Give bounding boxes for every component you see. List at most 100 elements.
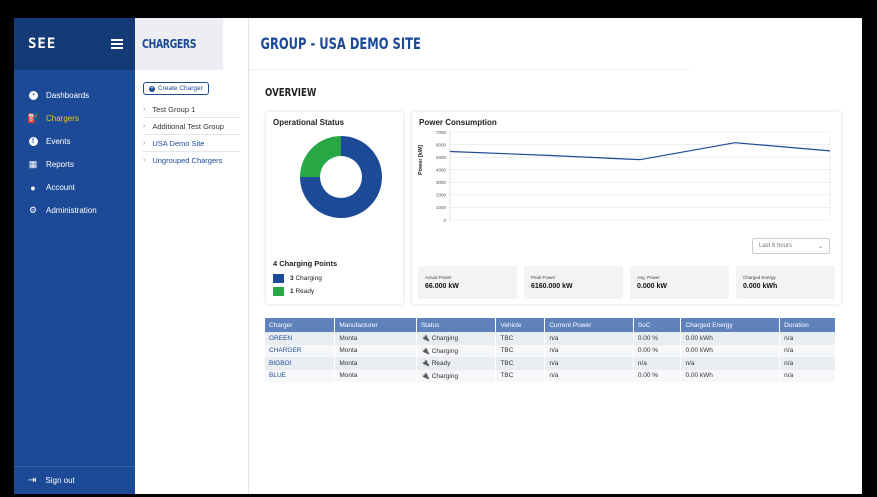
charger-name-link[interactable]: BLUE bbox=[265, 369, 336, 382]
create-charger-label: Create Charger bbox=[158, 85, 203, 92]
table-cell: 0.00 % bbox=[633, 369, 682, 382]
logo: SEE bbox=[28, 36, 57, 52]
charger-name-link[interactable]: GREEN bbox=[265, 332, 336, 345]
operational-status-card: Operational Status 4 Charging Points 3 C… bbox=[266, 112, 403, 304]
sidebar-item-label: Dashboards bbox=[46, 91, 90, 100]
sidebar-item-administration[interactable]: ⚙ Administration bbox=[14, 199, 135, 222]
account-icon: ● bbox=[30, 182, 36, 193]
table-cell: TBC bbox=[495, 344, 546, 357]
status-text: Ready bbox=[431, 360, 451, 368]
table-row[interactable]: BIGBOI Monta 🔌 Ready TBC n/a n/a n/a n/a bbox=[265, 357, 836, 370]
table-body: GREEN Monta 🔌 Charging TBC n/a 0.00 % 0.00 kWh n… bbox=[265, 332, 836, 382]
create-charger-button[interactable]: + Create Charger bbox=[143, 82, 209, 95]
charger-icon: ⛽ bbox=[27, 113, 39, 123]
column-header[interactable]: Manufacturer bbox=[334, 318, 417, 332]
column-header[interactable]: Charger bbox=[265, 318, 336, 332]
administration-icon: ⚙ bbox=[28, 205, 38, 215]
legend-count: 1 bbox=[290, 288, 294, 295]
plug-icon: 🔌 bbox=[420, 335, 430, 343]
charging-points-count: 4 Charging Points bbox=[273, 259, 338, 268]
table-row[interactable]: BLUE Monta 🔌 Charging TBC n/a 0.00 % 0.00 kWh n/… bbox=[265, 369, 836, 382]
chargers-table: Charger Manufacturer Status Vehicle Current … bbox=[265, 318, 836, 382]
column-header[interactable]: Vehicle bbox=[495, 318, 546, 332]
sidebar-item-label: Reports bbox=[46, 160, 75, 169]
group-item-usa-demo-site[interactable]: › USA Demo Site bbox=[143, 135, 240, 152]
sidebar-item-events[interactable]: ! Events bbox=[14, 130, 135, 153]
group-item-ungrouped-chargers[interactable]: › Ungrouped Chargers bbox=[143, 152, 240, 169]
page-title: GROUP - USA DEMO SITE bbox=[249, 18, 691, 70]
overview-heading: OVERVIEW bbox=[265, 86, 317, 99]
column-header[interactable]: Duration bbox=[779, 318, 836, 332]
plug-icon: 🔌 bbox=[420, 347, 430, 355]
stat-value: 0.000 kW bbox=[637, 283, 667, 290]
menu-icon[interactable] bbox=[111, 39, 123, 49]
y-tick-label: 4000 bbox=[436, 168, 447, 173]
table-cell: Monta bbox=[334, 369, 417, 382]
column-header[interactable]: Current Power bbox=[544, 318, 634, 332]
table-cell: Monta bbox=[334, 357, 417, 370]
stat-value: 0.000 kWh bbox=[743, 283, 778, 290]
chevron-right-icon: › bbox=[143, 122, 146, 130]
sign-out-button[interactable]: ⇥ Sign out bbox=[14, 466, 135, 494]
power-line-chart: 0 1000 2000 3000 4000 5000 6000 7000 bbox=[436, 130, 831, 223]
sidebar-item-dashboards[interactable]: ◔ Dashboards bbox=[14, 84, 135, 107]
group-item-label: Test Group 1 bbox=[152, 104, 196, 114]
chevron-right-icon: › bbox=[143, 105, 146, 113]
sidebar-item-account[interactable]: ● Account bbox=[14, 176, 135, 199]
group-item-label: Additional Test Group bbox=[152, 121, 224, 131]
power-consumption-card: Power Consumption Power [kW] 0 1000 2000 30… bbox=[412, 112, 841, 304]
legend-swatch bbox=[273, 274, 284, 283]
main-content: GROUP - USA DEMO SITE OVERVIEW Operation… bbox=[249, 18, 862, 494]
table-cell: n/a bbox=[779, 332, 836, 345]
column-header[interactable]: SoC bbox=[633, 318, 682, 332]
status-cell: 🔌 Charging bbox=[416, 369, 497, 382]
chevron-down-icon: ⌄ bbox=[817, 243, 823, 250]
group-item-label: Ungrouped Chargers bbox=[152, 156, 223, 165]
table-cell: 0.00 % bbox=[633, 344, 682, 357]
table-cell: n/a bbox=[633, 357, 682, 370]
charger-name-link[interactable]: CHARGER bbox=[265, 344, 336, 357]
y-tick-label: 3000 bbox=[436, 180, 447, 185]
column-header[interactable]: Status bbox=[416, 318, 497, 332]
dashboard-icon: ◔ bbox=[28, 91, 38, 101]
stat-actual-power: Actual Power 66.000 kW bbox=[418, 266, 517, 299]
legend-ready: 1 Ready bbox=[273, 287, 314, 296]
time-range-select[interactable]: Last 6 hours ⌄ bbox=[752, 238, 830, 254]
stat-label: Avg. Power bbox=[637, 275, 660, 280]
plus-icon: + bbox=[149, 85, 155, 92]
y-tick-label: 6000 bbox=[436, 142, 447, 147]
y-tick-label: 1000 bbox=[436, 205, 447, 210]
legend-swatch bbox=[273, 287, 284, 296]
table-cell: TBC bbox=[495, 357, 546, 370]
group-item-label: USA Demo Site bbox=[152, 138, 205, 148]
sign-out-icon: ⇥ bbox=[28, 475, 37, 486]
chargers-panel: CHARGERS + Create Charger › Test Group 1 … bbox=[135, 18, 249, 494]
table-cell: n/a bbox=[544, 357, 634, 370]
legend-label: Ready bbox=[295, 288, 315, 295]
charger-name-link[interactable]: BIGBOI bbox=[265, 357, 336, 370]
sidebar-item-chargers[interactable]: ⛽ Chargers bbox=[14, 107, 135, 130]
status-cell: 🔌 Charging bbox=[416, 332, 497, 345]
y-tick-label: 2000 bbox=[436, 193, 447, 198]
table-cell: TBC bbox=[495, 332, 546, 345]
table-cell: 0.00 kWh bbox=[680, 369, 781, 382]
stat-value: 66.000 kW bbox=[425, 283, 459, 290]
power-consumption-title: Power Consumption bbox=[419, 118, 497, 127]
sign-out-label: Sign out bbox=[45, 476, 75, 485]
chevron-right-icon: › bbox=[143, 139, 146, 147]
chargers-panel-title: CHARGERS bbox=[135, 18, 224, 70]
table-row[interactable]: CHARGER Monta 🔌 Charging TBC n/a 0.00 % 0.00 kW… bbox=[265, 344, 836, 357]
table-row[interactable]: GREEN Monta 🔌 Charging TBC n/a 0.00 % 0.00 kWh n… bbox=[265, 332, 836, 345]
table-cell: 0.00 % bbox=[633, 332, 682, 345]
group-item-test-group-1[interactable]: › Test Group 1 bbox=[143, 101, 240, 118]
donut-slice-ready bbox=[300, 136, 341, 177]
table-cell: n/a bbox=[544, 344, 634, 357]
table-cell: n/a bbox=[779, 369, 836, 382]
group-item-additional-test-group[interactable]: › Additional Test Group bbox=[143, 118, 240, 135]
column-header[interactable]: Charged Energy bbox=[680, 318, 781, 332]
legend-count: 3 bbox=[290, 275, 294, 282]
stat-value: 6160.000 kW bbox=[531, 283, 573, 290]
sidebar-item-reports[interactable]: ▦ Reports bbox=[14, 153, 135, 176]
plug-icon: 🔌 bbox=[420, 360, 430, 368]
sidebar-item-label: Account bbox=[46, 183, 75, 192]
